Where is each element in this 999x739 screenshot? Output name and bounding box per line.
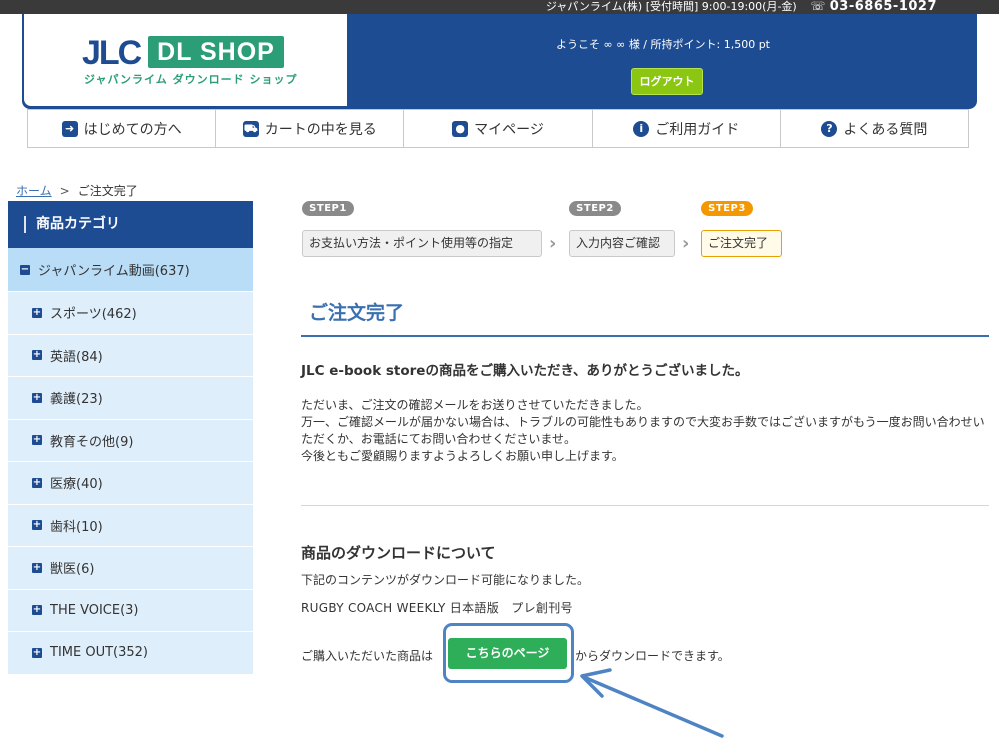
site-logo[interactable]: JLC DL SHOP ジャパンライム ダウンロード ショップ xyxy=(24,14,347,106)
breadcrumb-current: ご注文完了 xyxy=(77,184,138,198)
sub-category-item[interactable]: + THE VOICE(3) xyxy=(8,589,253,632)
nav-item-faq[interactable]: ? よくある質問 xyxy=(781,110,968,147)
download-text-before: ご購入いただいた商品は xyxy=(301,649,434,663)
download-page-button[interactable]: こちらのページ xyxy=(448,638,567,669)
sub-category-item[interactable]: + 獣医(6) xyxy=(8,547,253,590)
top-info-bar: ジャパンライム(株) [受付時間] 9:00-19:00(月-金) ☏ 03-68… xyxy=(0,0,999,14)
section-divider xyxy=(301,505,989,506)
nav-label: マイページ xyxy=(474,121,544,138)
nav-item-cart[interactable]: ⛟ カートの中を見る xyxy=(216,110,405,147)
page-title: ご注文完了 xyxy=(301,300,989,337)
download-section-title: 商品のダウンロードについて xyxy=(301,544,496,562)
product-name: RUGBY COACH WEEKLY 日本語版 プレ創刊号 xyxy=(301,601,573,615)
step1-badge: STEP1 xyxy=(302,201,354,216)
step1-label: お支払い方法・ポイント使用等の指定 xyxy=(302,230,542,257)
step3-label: ご注文完了 xyxy=(701,230,782,257)
logo-subtitle: ジャパンライム ダウンロード ショップ xyxy=(84,73,298,86)
company-hours: ジャパンライム(株) [受付時間] 9:00-19:00(月-金) xyxy=(545,0,797,13)
sub-category-item[interactable]: + 教育その他(9) xyxy=(8,419,253,462)
nav-label: はじめての方へ xyxy=(83,121,182,138)
sub-category-item[interactable]: + TIME OUT(352) xyxy=(8,632,253,675)
sub-category-item[interactable]: + 医療(40) xyxy=(8,462,253,505)
plus-icon: + xyxy=(32,646,42,658)
breadcrumb-separator: > xyxy=(59,184,70,198)
sub-category-item[interactable]: + 歯科(10) xyxy=(8,504,253,547)
info-icon: i xyxy=(633,120,650,137)
nav-label: カートの中を見る xyxy=(264,121,377,138)
plus-icon: + xyxy=(32,519,42,531)
sub-category-item[interactable]: + 義護(23) xyxy=(8,377,253,420)
question-icon: ? xyxy=(821,120,838,137)
minus-icon: − xyxy=(20,263,30,275)
message-line: 今後ともご愛顧賜りますようよろしくお願い申し上げます。 xyxy=(301,449,624,463)
step2-badge: STEP2 xyxy=(569,201,621,216)
logo-jlc: JLC xyxy=(82,34,142,72)
plus-icon: + xyxy=(32,604,42,616)
main-nav: ➜ はじめての方へ ⛟ カートの中を見る ● マイページ i ご利用ガイド ? … xyxy=(27,109,969,148)
phone-number: ☏ 03-6865-1027 xyxy=(810,0,937,14)
sub-category-item[interactable]: + スポーツ(462) xyxy=(8,292,253,335)
confirmation-message: ただいま、ご注文の確認メールをお送りさせていただきました。 万一、ご確認メールが… xyxy=(301,397,989,465)
cart-icon: ⛟ xyxy=(242,120,259,137)
breadcrumb: ホーム > ご注文完了 xyxy=(16,182,138,199)
breadcrumb-home-link[interactable]: ホーム xyxy=(16,184,52,198)
user-icon: ● xyxy=(452,120,469,137)
nav-item-mypage[interactable]: ● マイページ xyxy=(404,110,593,147)
nav-item-guide[interactable]: i ご利用ガイド xyxy=(593,110,781,147)
nav-label: ご利用ガイド xyxy=(655,121,740,138)
plus-icon: + xyxy=(32,391,42,403)
message-line: ただいま、ご注文の確認メールをお送りさせていただきました。 xyxy=(301,398,649,412)
category-sidebar: 商品カテゴリ − ジャパンライム動画(637) + スポーツ(462) + 英語(84… xyxy=(8,201,253,677)
step2-label: 入力内容ご確認 xyxy=(569,230,675,257)
sidebar-title: 商品カテゴリ xyxy=(8,201,253,248)
step3-badge: STEP3 xyxy=(701,201,753,216)
plus-icon: + xyxy=(32,306,42,318)
title-bar-decoration xyxy=(24,215,26,233)
chevron-right-icon: › xyxy=(682,233,690,254)
arrow-right-icon: ➜ xyxy=(61,120,78,137)
category-main[interactable]: − ジャパンライム動画(637) xyxy=(8,248,253,292)
message-line: 万一、ご確認メールが届かない場合は、トラブルの可能性もありますので大変お手数では… xyxy=(301,415,985,446)
download-text-after: からダウンロードできます。 xyxy=(575,649,730,663)
pointer-arrow-icon xyxy=(580,668,724,738)
plus-icon: + xyxy=(32,349,42,361)
phone-icon: ☏ xyxy=(810,0,826,13)
plus-icon: + xyxy=(32,561,42,573)
nav-item-first-time[interactable]: ➜ はじめての方へ xyxy=(28,110,217,147)
site-header: JLC DL SHOP ジャパンライム ダウンロード ショップ ようこそ ∞ ∞… xyxy=(22,14,977,109)
nav-label: よくある質問 xyxy=(843,121,928,138)
logo-dl-shop: DL SHOP xyxy=(148,36,284,68)
logout-button[interactable]: ログアウト xyxy=(631,68,703,95)
chevron-right-icon: › xyxy=(549,233,557,254)
plus-icon: + xyxy=(32,434,42,446)
thanks-message: JLC e-book storeの商品をご購入いただき、ありがとうございました。 xyxy=(301,363,749,379)
welcome-message: ようこそ ∞ ∞ 様 / 所持ポイント: 1,500 pt xyxy=(556,38,770,51)
plus-icon: + xyxy=(32,476,42,488)
download-description: 下記のコンテンツがダウンロード可能になりました。 xyxy=(301,573,590,587)
sub-category-item[interactable]: + 英語(84) xyxy=(8,334,253,377)
